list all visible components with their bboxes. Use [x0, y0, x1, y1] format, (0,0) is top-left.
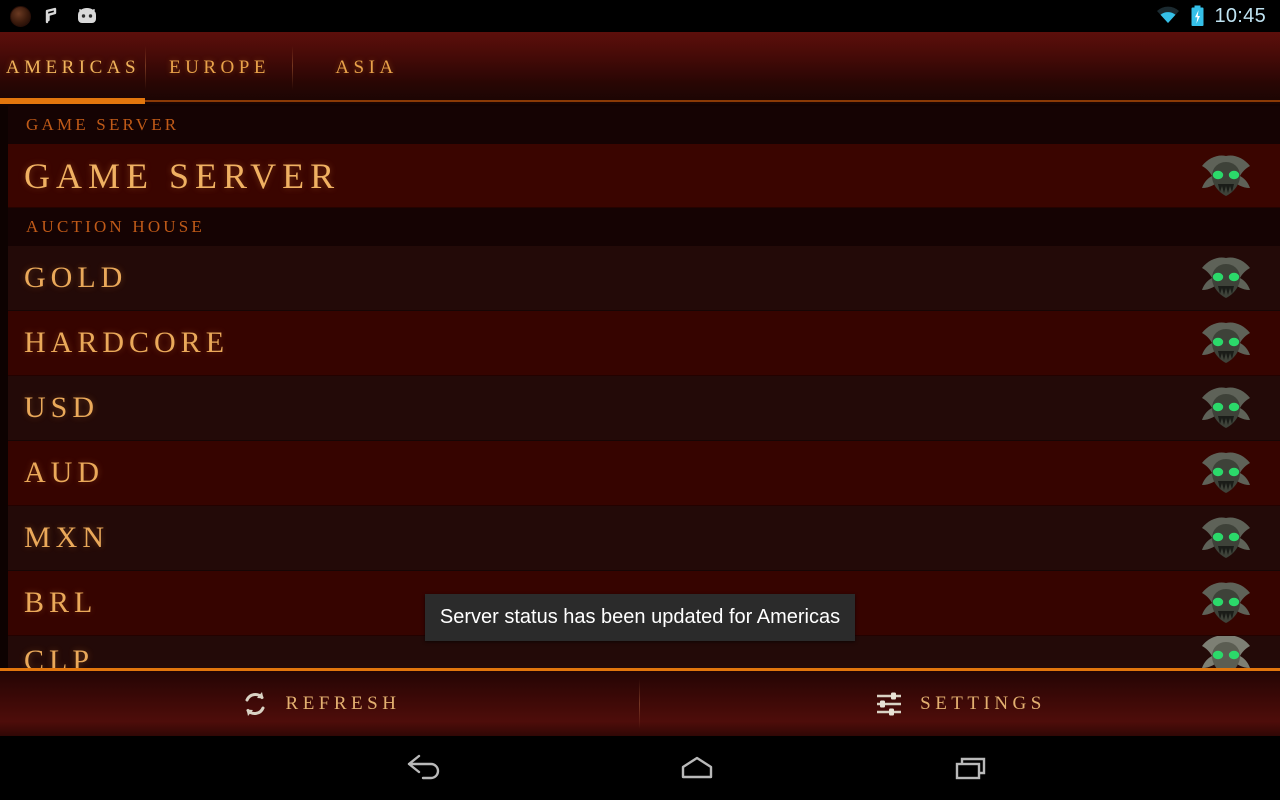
nav-home-button[interactable]	[607, 736, 787, 800]
demon-skull-icon	[1202, 322, 1250, 363]
android-nav-bar	[0, 736, 1280, 800]
nav-back-button[interactable]	[333, 736, 513, 800]
status-right-cluster: 10:45	[1155, 5, 1280, 27]
list-item-label: AUD	[24, 456, 104, 489]
music-note-icon	[45, 7, 57, 24]
status-bar-clock: 10:45	[1214, 5, 1266, 27]
tab-americas-label: AMERICAS	[5, 57, 141, 78]
list-item-label: HARDCORE	[24, 326, 230, 359]
toast-message: Server status has been updated for Ameri…	[439, 606, 841, 628]
section-header-game-server: GAME SERVER	[0, 106, 1280, 144]
tab-asia-label: ASIA	[335, 57, 398, 78]
app-root: 10:45 AMERICAS EUROPE ASIA GAME SERVER G…	[0, 0, 1280, 800]
toast-notification: Server status has been updated for Ameri…	[425, 594, 855, 641]
tab-americas[interactable]: AMERICAS	[0, 32, 146, 104]
tab-active-indicator	[0, 98, 145, 104]
demon-skull-icon	[1202, 517, 1250, 558]
list-item-label: GOLD	[24, 261, 128, 294]
demon-skull-icon	[1202, 154, 1250, 196]
android-status-bar: 10:45	[0, 0, 1280, 32]
section-header-label: GAME SERVER	[26, 115, 180, 134]
settings-sliders-icon	[877, 692, 902, 715]
settings-button[interactable]: SETTINGS	[640, 671, 1280, 736]
demon-skull-icon	[1202, 257, 1250, 298]
list-item-gold[interactable]: GOLD	[0, 246, 1280, 311]
app-notification-icon	[10, 5, 31, 27]
wifi-icon	[1157, 6, 1180, 23]
recents-icon	[955, 757, 986, 780]
nav-recents-button[interactable]	[881, 736, 1061, 800]
list-item-hardcore[interactable]: HARDCORE	[0, 311, 1280, 376]
list-item-label: USD	[24, 391, 100, 424]
tab-europe-label: EUROPE	[169, 57, 270, 78]
refresh-icon	[245, 691, 265, 716]
list-item-aud[interactable]: AUD	[0, 441, 1280, 506]
tab-baseline	[0, 100, 1280, 102]
tab-asia[interactable]: ASIA	[293, 32, 440, 104]
list-item-label: GAME SERVER	[24, 155, 341, 196]
android-head-icon	[78, 8, 96, 23]
bottom-action-bar: REFRESH SETTINGS	[0, 668, 1280, 736]
server-list[interactable]: GAME SERVER GAME SERVER AUCTION HOUSE GO…	[0, 106, 1280, 668]
tab-europe[interactable]: EUROPE	[146, 32, 293, 104]
battery-charging-icon	[1191, 5, 1204, 26]
section-header-auction-house: AUCTION HOUSE	[0, 208, 1280, 246]
settings-label: SETTINGS	[920, 692, 1046, 714]
refresh-button[interactable]: REFRESH	[0, 671, 640, 736]
list-item-label: BRL	[24, 586, 98, 619]
list-item-label: MXN	[24, 521, 110, 554]
demon-skull-icon	[1202, 452, 1250, 493]
list-edge-strip	[0, 106, 8, 668]
region-tab-bar: AMERICAS EUROPE ASIA	[0, 32, 1280, 104]
notification-icons	[0, 5, 99, 27]
list-item-mxn[interactable]: MXN	[0, 506, 1280, 571]
demon-skull-icon	[1202, 636, 1250, 668]
refresh-label: REFRESH	[285, 692, 401, 714]
list-item-game-server[interactable]: GAME SERVER	[0, 144, 1280, 208]
list-item-usd[interactable]: USD	[0, 376, 1280, 441]
demon-skull-icon	[1202, 582, 1250, 623]
section-header-label: AUCTION HOUSE	[26, 217, 206, 236]
demon-skull-icon	[1202, 387, 1250, 428]
home-icon	[681, 756, 713, 779]
list-item-label: CLP	[24, 643, 95, 669]
back-icon	[407, 754, 440, 780]
